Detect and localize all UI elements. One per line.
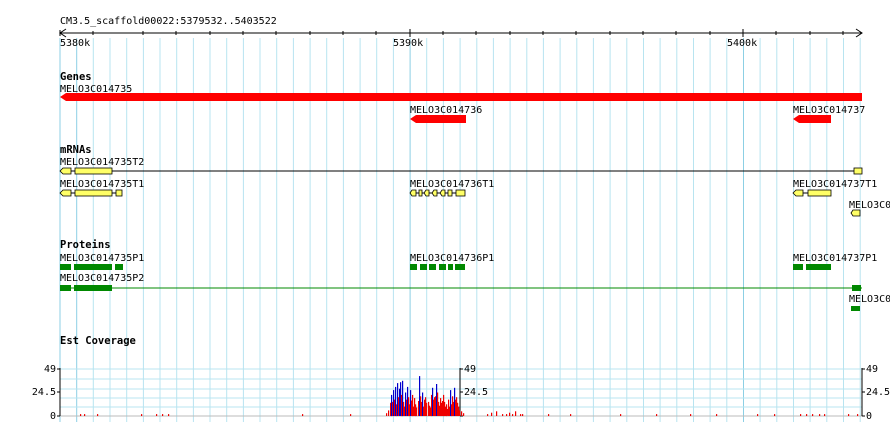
mrna-feature-5[interactable] — [850, 209, 861, 217]
genome-browser-panel: CM3.5_scaffold00022:5379532..5403522 538… — [32, 16, 890, 422]
ruler: CM3.5_scaffold00022:5379532..5403522 538… — [59, 16, 863, 49]
est-bar — [774, 414, 776, 416]
mrna-feature-2[interactable] — [59, 189, 123, 197]
est-bar — [426, 402, 428, 416]
gene-feature-1[interactable] — [60, 93, 862, 101]
protein-label-4[interactable]: MELO3C014737P1 — [793, 253, 877, 264]
genes-track-title: Genes — [60, 71, 92, 83]
proteins-track-title: Proteins — [60, 239, 111, 251]
protein-feature-1[interactable] — [60, 264, 123, 270]
est-bar — [656, 414, 658, 416]
est-scale-middle: 49 24.5 — [459, 364, 488, 417]
est-bar — [141, 414, 143, 416]
est-scale-right: 49 24.5 0 — [861, 364, 890, 422]
protein-feature-5[interactable] — [851, 306, 860, 311]
est-bar — [502, 414, 504, 416]
est-bar — [509, 412, 511, 416]
est-bar — [806, 414, 808, 416]
est-bar — [350, 414, 352, 416]
mrna-label-5[interactable]: MELO3C0 — [849, 200, 890, 211]
est-bar — [168, 414, 170, 416]
mrnas-track-title: mRNAs — [60, 144, 92, 156]
est-bar — [487, 414, 489, 416]
est-bar — [496, 411, 498, 416]
est-bar — [388, 410, 390, 416]
protein-label-3[interactable]: MELO3C014736P1 — [410, 253, 494, 264]
protein-label-5[interactable]: MELO3C0 — [849, 294, 890, 305]
est-bar — [156, 414, 158, 416]
protein-feature-3[interactable] — [410, 264, 465, 270]
ruler-tick-5380k: 5380k — [60, 38, 90, 49]
mrna-label-4[interactable]: MELO3C014737T1 — [793, 179, 877, 190]
protein-label-1[interactable]: MELO3C014735P1 — [60, 253, 144, 264]
protein-feature-2[interactable] — [60, 285, 862, 291]
est-bar — [80, 414, 82, 416]
est-bar — [416, 407, 418, 416]
est-bar — [515, 411, 517, 416]
mrna-label-3[interactable]: MELO3C014736T1 — [410, 179, 494, 190]
est-bar — [690, 414, 692, 416]
mrna-feature-1[interactable] — [59, 167, 863, 175]
ruler-title: CM3.5_scaffold00022:5379532..5403522 — [60, 16, 277, 27]
mrna-feature-3[interactable] — [409, 189, 466, 197]
est-scale-left: 49 24.5 0 — [32, 364, 61, 422]
est-scale-right-max: 49 — [866, 364, 878, 375]
mrna-label-2[interactable]: MELO3C014735T1 — [60, 179, 144, 190]
est-bar — [548, 414, 550, 416]
est-coverage-track: Est Coverage 49 24.5 0 49 24.5 49 24.5 0 — [32, 335, 890, 422]
est-bar — [520, 414, 522, 416]
est-bar — [857, 414, 859, 416]
est-bar — [463, 413, 465, 416]
gene-feature-2[interactable] — [410, 115, 466, 123]
est-bar — [570, 414, 572, 416]
est-bar — [491, 412, 493, 416]
mrna-feature-4[interactable] — [792, 189, 832, 197]
mrna-label-1[interactable]: MELO3C014735T2 — [60, 157, 144, 168]
est-bar — [162, 414, 164, 416]
genes-track: Genes MELO3C014735 MELO3C014736 MELO3C01… — [60, 71, 865, 123]
est-bar — [97, 414, 99, 416]
est-bar — [620, 414, 622, 416]
est-bar — [757, 414, 759, 416]
ruler-tick-5400k: 5400k — [727, 38, 757, 49]
est-bar — [506, 414, 508, 416]
est-scale-right-mid: 24.5 — [866, 387, 890, 398]
est-bar — [522, 414, 524, 416]
est-scale-left-min: 0 — [50, 411, 56, 422]
est-bar — [461, 411, 463, 416]
ruler-tick-5390k: 5390k — [393, 38, 423, 49]
est-track-title: Est Coverage — [60, 335, 136, 347]
est-bar — [800, 414, 802, 416]
est-bar — [812, 414, 814, 416]
protein-feature-4[interactable] — [793, 264, 831, 270]
est-bar — [848, 414, 850, 416]
est-scale-left-max: 49 — [44, 364, 56, 375]
est-scale-mid-max: 49 — [464, 364, 476, 375]
mrnas-track: mRNAs MELO3C014735T2 MELO3C014735T1 MELO… — [59, 144, 890, 217]
gene-label-2[interactable]: MELO3C014736 — [410, 105, 482, 116]
est-bar — [716, 414, 718, 416]
est-bar — [84, 414, 86, 416]
est-bar — [386, 413, 388, 416]
est-bar — [459, 410, 461, 416]
est-bar — [819, 414, 821, 416]
proteins-track: Proteins MELO3C014735P1 MELO3C014735P2 M… — [60, 239, 890, 311]
gene-label-3[interactable]: MELO3C014737 — [793, 105, 865, 116]
est-bar — [824, 414, 826, 416]
est-bar — [512, 414, 514, 416]
gene-feature-3[interactable] — [793, 115, 831, 123]
est-scale-right-min: 0 — [866, 411, 872, 422]
est-bar — [302, 414, 304, 416]
protein-label-2[interactable]: MELO3C014735P2 — [60, 273, 144, 284]
est-scale-mid-mid: 24.5 — [464, 387, 488, 398]
est-scale-left-mid: 24.5 — [32, 387, 56, 398]
